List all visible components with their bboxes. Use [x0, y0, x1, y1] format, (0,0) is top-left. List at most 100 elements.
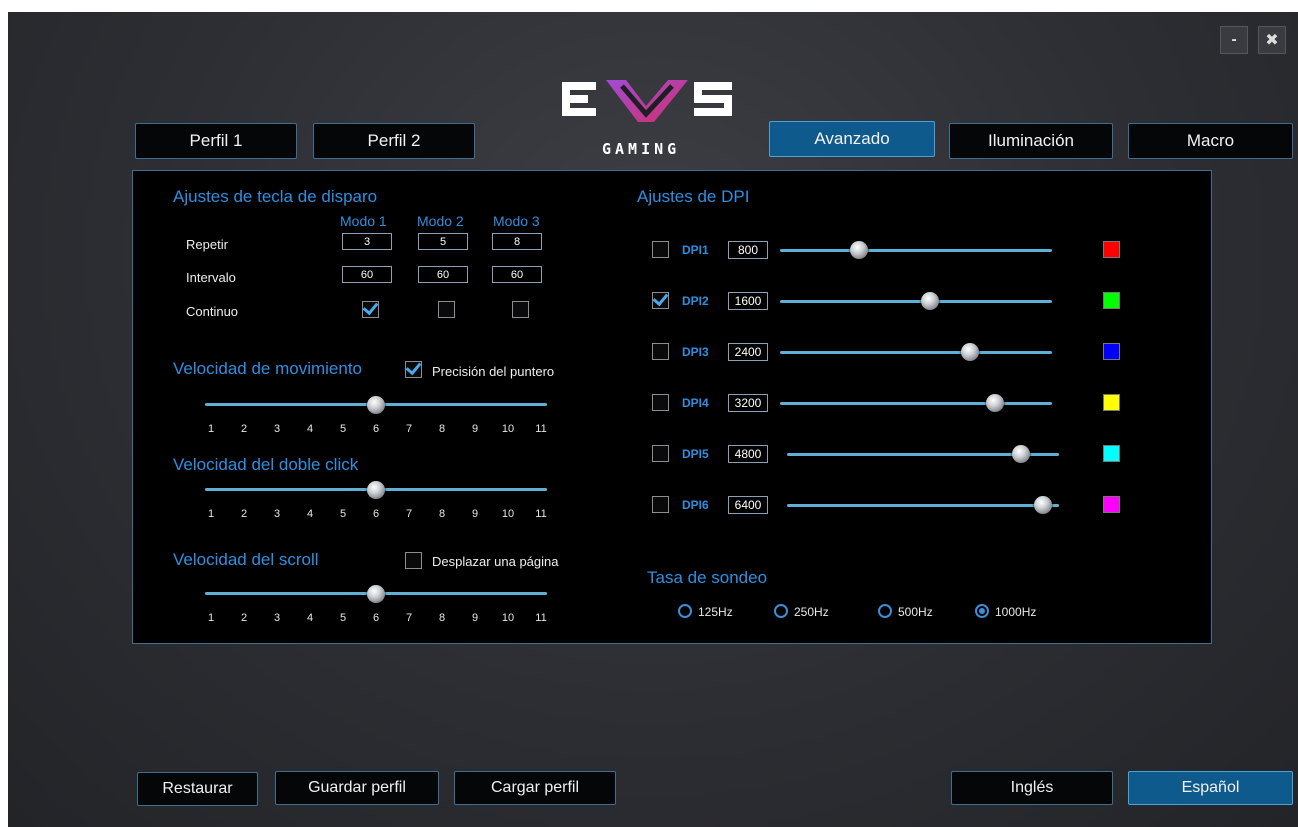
tick-label: 8	[438, 423, 446, 435]
dpi-value-input[interactable]: 6400	[728, 496, 768, 514]
tick-label: 9	[471, 508, 479, 520]
dpi-slider-thumb[interactable]	[961, 343, 980, 361]
polling-rate-radio[interactable]	[878, 604, 892, 618]
repeat-label: Repetir	[186, 237, 228, 252]
continuous-mode-3-checkbox[interactable]	[512, 301, 529, 318]
button-label: Inglés	[1010, 779, 1054, 796]
tab-label: Avanzado	[814, 129, 890, 148]
dpi-color-swatch[interactable]	[1103, 394, 1120, 411]
interval-mode-2-input[interactable]: 60	[418, 266, 468, 283]
button-label: Cargar perfil	[490, 779, 580, 796]
restore-button[interactable]: Restaurar	[137, 772, 258, 806]
dpi-enable-checkbox[interactable]	[652, 343, 669, 360]
dpi-label: DPI3	[682, 345, 709, 359]
polling-rate-label: 250Hz	[794, 605, 829, 619]
dpi-value-input[interactable]: 3200	[728, 394, 768, 412]
dpi-slider-track[interactable]	[780, 351, 1052, 354]
tab-profile-1[interactable]: Perfil 1	[135, 123, 297, 159]
mode-3-header: Modo 3	[493, 213, 540, 229]
tick-label: 4	[306, 612, 314, 624]
polling-rate-radio[interactable]	[975, 604, 989, 618]
tick-label: 4	[306, 508, 314, 520]
dpi-slider-thumb[interactable]	[849, 241, 868, 259]
interval-mode-3-input[interactable]: 60	[492, 266, 542, 283]
scroll-speed-thumb[interactable]	[367, 585, 385, 603]
evs-gaming-logo: GAMING	[562, 80, 732, 158]
tab-lighting[interactable]: Iluminación	[949, 123, 1113, 159]
dpi-color-swatch[interactable]	[1103, 343, 1120, 360]
dpi-slider-track[interactable]	[780, 402, 1052, 405]
pointer-precision-label: Precisión del puntero	[432, 364, 555, 379]
tick-label: 3	[273, 508, 281, 520]
tick-label: 10	[501, 423, 515, 435]
repeat-mode-1-input[interactable]: 3	[342, 233, 392, 250]
dpi-enable-checkbox[interactable]	[652, 496, 669, 513]
tab-label: Perfil 2	[367, 131, 421, 150]
minimize-button[interactable]: -	[1220, 26, 1248, 54]
polling-rate-title: Tasa de sondeo	[647, 568, 768, 587]
dpi-label: DPI6	[682, 498, 709, 512]
dpi-value-input[interactable]: 4800	[728, 445, 768, 463]
movement-speed-title: Velocidad de movimiento	[173, 359, 363, 378]
english-language-button[interactable]: Inglés	[951, 771, 1113, 805]
dpi-color-swatch[interactable]	[1103, 445, 1120, 462]
tab-advanced[interactable]: Avanzado	[769, 121, 935, 157]
polling-rate-label: 125Hz	[698, 605, 733, 619]
dpi-enable-checkbox[interactable]	[652, 445, 669, 462]
tab-label: Perfil 1	[189, 131, 243, 150]
dpi-slider-thumb[interactable]	[1033, 496, 1052, 514]
close-button[interactable]: ✖	[1258, 26, 1286, 54]
continuous-mode-2-checkbox[interactable]	[438, 301, 455, 318]
tick-label: 5	[339, 423, 347, 435]
tab-macro[interactable]: Macro	[1128, 123, 1293, 159]
tick-label: 4	[306, 423, 314, 435]
dpi-slider-thumb[interactable]	[985, 394, 1004, 412]
dpi-color-swatch[interactable]	[1103, 496, 1120, 513]
dpi-enable-checkbox[interactable]	[652, 241, 669, 258]
page-scroll-label: Desplazar una página	[432, 554, 559, 569]
movement-speed-thumb[interactable]	[367, 396, 385, 414]
repeat-mode-3-input[interactable]: 8	[492, 233, 542, 250]
tick-label: 7	[405, 423, 413, 435]
dpi-value-input[interactable]: 2400	[728, 343, 768, 361]
tick-label: 2	[240, 612, 248, 624]
pointer-precision-checkbox[interactable]	[405, 361, 422, 378]
dpi-enable-checkbox[interactable]	[652, 292, 669, 309]
repeat-mode-2-input[interactable]: 5	[418, 233, 468, 250]
double-click-title: Velocidad del doble click	[173, 455, 359, 474]
tick-label: 2	[240, 423, 248, 435]
spanish-language-button[interactable]: Español	[1128, 771, 1293, 805]
tick-label: 9	[471, 612, 479, 624]
dpi-enable-checkbox[interactable]	[652, 394, 669, 411]
tick-label: 9	[471, 423, 479, 435]
dpi-slider-track[interactable]	[787, 504, 1059, 507]
dpi-color-swatch[interactable]	[1103, 241, 1120, 258]
tick-label: 11	[535, 612, 547, 624]
tab-label: Iluminación	[988, 131, 1074, 150]
dpi-slider-thumb[interactable]	[1011, 445, 1030, 463]
tick-label: 7	[405, 508, 413, 520]
dpi-label: DPI4	[682, 396, 709, 410]
dpi-slider-track[interactable]	[780, 249, 1052, 252]
double-click-thumb[interactable]	[367, 481, 385, 499]
interval-mode-1-input[interactable]: 60	[342, 266, 392, 283]
tab-profile-2[interactable]: Perfil 2	[313, 123, 475, 159]
dpi-value-input[interactable]: 800	[728, 241, 768, 259]
dpi-slider-thumb[interactable]	[920, 292, 939, 310]
save-profile-button[interactable]: Guardar perfil	[275, 771, 439, 805]
tick-label: 2	[240, 508, 248, 520]
app-window: - ✖ Perfil 1 Perfil 2 Avanzado Iluminaci…	[8, 12, 1298, 827]
tick-label: 6	[372, 508, 380, 520]
continuous-mode-1-checkbox[interactable]	[362, 301, 379, 318]
polling-rate-radio[interactable]	[774, 604, 788, 618]
dpi-label: DPI5	[682, 447, 709, 461]
interval-label: Intervalo	[186, 270, 236, 285]
polling-rate-radio[interactable]	[678, 604, 692, 618]
dpi-color-swatch[interactable]	[1103, 292, 1120, 309]
load-profile-button[interactable]: Cargar perfil	[454, 771, 616, 805]
dpi-slider-track[interactable]	[780, 300, 1052, 303]
tick-label: 6	[372, 423, 380, 435]
dpi-value-input[interactable]: 1600	[728, 292, 768, 310]
page-scroll-checkbox[interactable]	[405, 552, 422, 569]
tick-label: 5	[339, 612, 347, 624]
